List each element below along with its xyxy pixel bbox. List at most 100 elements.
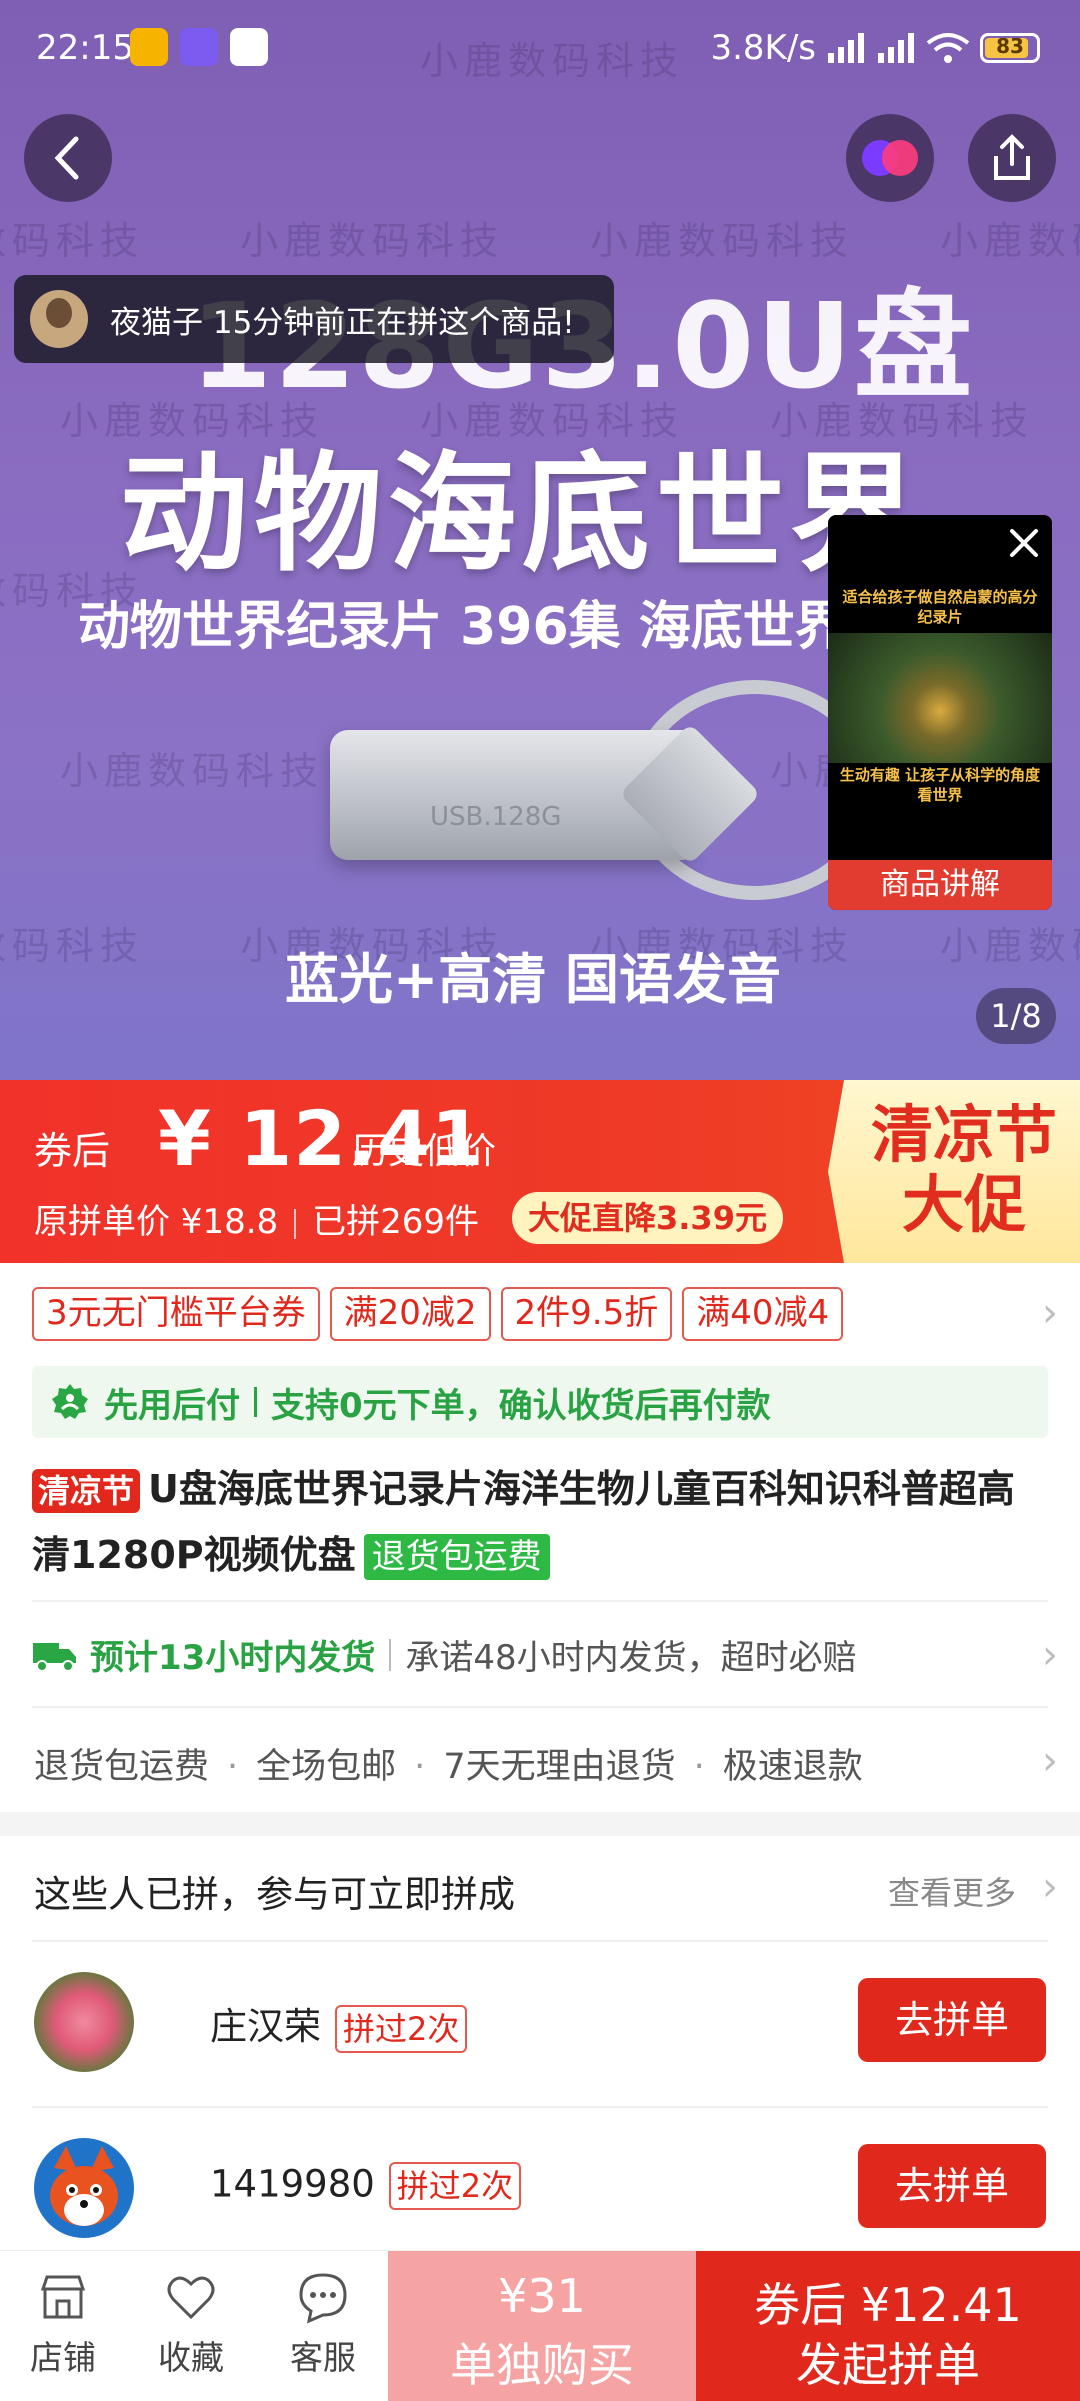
group-user-name: 1419980	[210, 2162, 375, 2206]
store-icon	[40, 2275, 86, 2319]
price-banner: 券后 ¥ 12.41 历史低价 原拼单价 ¥18.8 已拼269件 大促直降3.3…	[0, 1080, 1080, 1263]
chevron-right-icon[interactable]: ›	[1042, 1632, 1058, 1678]
service-item: 退货包运费	[34, 1747, 210, 1787]
watermark: 小鹿数码科技	[0, 219, 145, 263]
festival-tag: 清凉节	[32, 1469, 141, 1513]
original-price: 原拼单价 ¥18.8	[34, 1202, 279, 1242]
group-buy-row: 庄汉荣 拼过2次 去拼单	[0, 1944, 1080, 2104]
festival-title: 清凉节	[870, 1098, 1057, 1171]
back-button[interactable]	[24, 114, 112, 202]
pay-later-desc: 支持0元下单，确认收货后再付款	[271, 1385, 771, 1426]
badge-icon	[52, 1384, 88, 1419]
coupon-tag[interactable]: 2件9.5折	[500, 1287, 673, 1341]
wifi-icon	[926, 33, 970, 63]
pay-later-banner[interactable]: 先用后付 支持0元下单，确认收货后再付款	[32, 1366, 1048, 1438]
live-icon	[862, 140, 918, 176]
hero-subtitle: 动物世界纪录片 396集 海底世界纪录	[78, 597, 951, 657]
service-item: 7天无理由退货	[443, 1747, 676, 1787]
bottom-action-bar: 店铺 收藏 客服 ¥31 单独购买 券后 ¥12.41 发起拼单	[0, 2250, 1080, 2401]
watermark: 小鹿数码科技	[60, 749, 325, 793]
heart-icon	[167, 2276, 215, 2320]
service-item: 极速退款	[722, 1747, 863, 1787]
group-user: 庄汉荣 拼过2次	[210, 1996, 468, 2053]
customer-service-tab[interactable]: 客服	[268, 2269, 378, 2379]
back-arrow-icon	[54, 136, 79, 180]
single-label: 单独购买	[450, 2338, 634, 2392]
app-notification-icon	[130, 28, 168, 66]
group-price: 券后 ¥12.41	[754, 2278, 1022, 2332]
video-caption-bottom: 生动有趣 让孩子从科学的角度看世界	[839, 766, 1041, 804]
group-buy-notice: 夜猫子 15分钟前正在拼这个商品!	[14, 275, 614, 363]
shipping-estimate: 预计13小时内发货	[90, 1638, 376, 1678]
start-group-buy-button[interactable]: 券后 ¥12.41 发起拼单	[696, 2251, 1080, 2401]
avatar	[30, 290, 88, 348]
avatar	[34, 2138, 134, 2238]
notification-icons	[130, 28, 268, 66]
group-label: 发起拼单	[796, 2338, 980, 2392]
festival-subtitle: 大促	[901, 1168, 1026, 1241]
signal-icon	[828, 33, 864, 63]
favorite-tab[interactable]: 收藏	[136, 2269, 246, 2379]
fox-avatar-icon	[50, 2146, 118, 2226]
share-icon	[994, 134, 1030, 180]
product-video-card[interactable]: 适合给孩子做自然启蒙的高分纪录片 生动有趣 让孩子从科学的角度看世界 商品讲解	[828, 515, 1052, 910]
usb-drive-image: USB.128G	[330, 723, 761, 865]
shipping-row[interactable]: 预计13小时内发货 承诺48小时内发货，超时必赔	[32, 1630, 857, 1679]
divider	[32, 2106, 1048, 2108]
shipping-promise: 承诺48小时内发货，超时必赔	[405, 1638, 857, 1678]
original-price-row: 原拼单价 ¥18.8 已拼269件	[34, 1194, 479, 1243]
coupon-list[interactable]: 3元无门槛平台券 满20减2 2件9.5折 满40减4	[32, 1287, 844, 1341]
signal-icon	[878, 33, 914, 63]
chevron-right-icon[interactable]: ›	[1042, 1864, 1058, 1910]
group-count-badge: 拼过2次	[388, 2162, 522, 2210]
status-bar: 22:15 3.8K/s 83	[0, 0, 1080, 100]
close-icon[interactable]	[1002, 521, 1046, 565]
avatar	[34, 1972, 134, 2072]
customer-service-label: 客服	[290, 2338, 356, 2377]
single-price: ¥31	[498, 2269, 586, 2323]
chevron-right-icon[interactable]: ›	[1042, 1290, 1058, 1336]
video-thumbnail	[828, 633, 1052, 763]
service-guarantees[interactable]: 退货包运费 · 全场包邮 · 7天无理由退货 · 极速退款	[34, 1738, 863, 1789]
join-group-button[interactable]: 去拼单	[858, 2144, 1046, 2228]
promo-badge: 大促直降3.39元	[512, 1192, 783, 1244]
section-separator	[0, 1812, 1080, 1836]
hero-features: 蓝光+高清 国语发音	[285, 948, 782, 1011]
product-title: 清凉节 U盘海底世界记录片海洋生物儿童百科知识科普超高清1280P视频优盘 退货包运…	[32, 1456, 1052, 1588]
truck-icon	[33, 1642, 76, 1672]
video-label: 商品讲解	[828, 860, 1052, 910]
return-shipping-tag: 退货包运费	[363, 1534, 550, 1580]
chevron-right-icon[interactable]: ›	[1042, 1738, 1058, 1784]
store-tab[interactable]: 店铺	[8, 2269, 118, 2379]
coupon-tag[interactable]: 满40减4	[682, 1287, 844, 1341]
network-speed: 3.8K/s	[710, 28, 816, 68]
check-icon	[230, 28, 268, 66]
video-caption-top: 适合给孩子做自然启蒙的高分纪录片	[842, 588, 1038, 626]
live-button[interactable]	[846, 114, 934, 202]
share-button[interactable]	[968, 114, 1056, 202]
divider	[32, 1706, 1048, 1708]
battery-level: 83	[996, 34, 1024, 58]
group-count-badge: 拼过2次	[335, 2004, 468, 2053]
join-group-button[interactable]: 去拼单	[858, 1978, 1046, 2062]
battery-icon: 83	[980, 33, 1040, 63]
buy-alone-button[interactable]: ¥31 单独购买	[388, 2251, 696, 2401]
image-pager: 1/8	[976, 988, 1056, 1044]
coupon-tag[interactable]: 3元无门槛平台券	[32, 1287, 320, 1341]
status-time: 22:15	[36, 28, 134, 68]
coupon-price-label: 券后	[34, 1129, 111, 1173]
divider	[32, 1600, 1048, 1602]
app-notification-icon	[180, 28, 218, 66]
notice-text: 夜猫子 15分钟前正在拼这个商品!	[110, 304, 575, 341]
group-user-name: 庄汉荣	[210, 2005, 321, 2048]
chat-icon	[299, 2273, 347, 2324]
group-user: 1419980 拼过2次	[210, 2162, 522, 2210]
history-low-label: 历史低价	[352, 1131, 497, 1172]
status-right: 3.8K/s 83	[710, 28, 1040, 68]
view-more-link[interactable]: 查看更多	[888, 1868, 1016, 1914]
sold-count: 已拼269件	[312, 1202, 480, 1242]
festival-badge: 清凉节 大促	[828, 1080, 1080, 1263]
pay-later-title: 先用后付	[104, 1385, 240, 1426]
service-item: 全场包邮	[256, 1747, 397, 1787]
coupon-tag[interactable]: 满20减2	[329, 1287, 491, 1341]
